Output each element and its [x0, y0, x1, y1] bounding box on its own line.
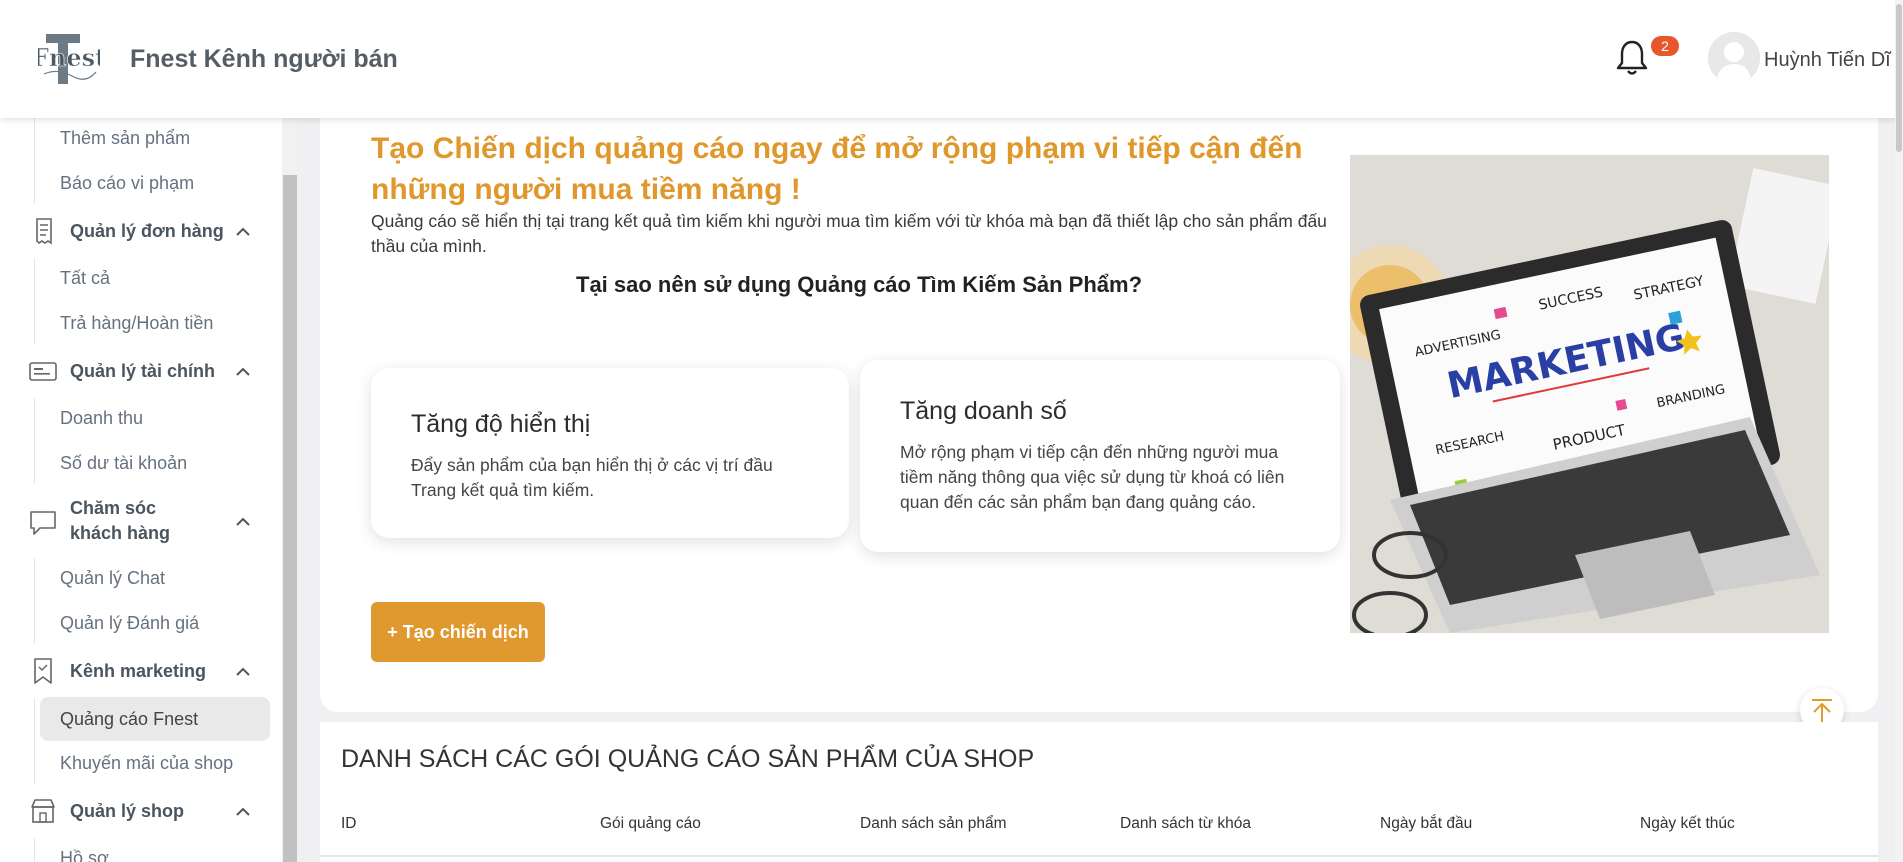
sidebar-item-returns[interactable]: Trả hàng/Hoàn tiền — [60, 313, 213, 334]
sidebar-section-title: Quản lý shop — [70, 801, 185, 821]
sidebar-tree-line — [34, 698, 35, 784]
sidebar-tree-line — [34, 118, 35, 204]
benefit-title: Tăng độ hiển thị — [411, 410, 591, 438]
table-header-divider — [320, 855, 1878, 857]
sidebar-section-orders[interactable]: Quản lý đơn hàng — [28, 217, 264, 247]
column-header-products[interactable]: Danh sách sản phẩm — [860, 815, 1006, 833]
store-icon — [28, 797, 58, 825]
fnest-logo[interactable]: Fnest — [32, 30, 106, 88]
sidebar-tree-line — [34, 258, 35, 344]
chevron-up-icon — [234, 513, 252, 531]
sidebar-section-finance[interactable]: Quản lý tài chính — [28, 357, 264, 387]
top-header: Fnest Fnest Kênh người bán 2 Huỳnh Tiến … — [0, 0, 1903, 118]
sidebar-section-shop[interactable]: Quản lý shop — [28, 797, 264, 827]
column-header-keywords[interactable]: Danh sách từ khóa — [1120, 815, 1251, 833]
sidebar-section-title: Kênh marketing — [70, 661, 207, 681]
sidebar-item-balance[interactable]: Số dư tài khoản — [60, 453, 187, 474]
chevron-up-icon — [234, 803, 252, 821]
sidebar-tree-line — [34, 558, 35, 644]
sidebar-item-profile[interactable]: Hồ sơ — [60, 848, 109, 862]
sidebar-tree-line — [34, 838, 35, 862]
page-headline: Tạo Chiến dịch quảng cáo ngay để mở rộng… — [371, 132, 1303, 206]
sidebar-item-chat-management[interactable]: Quản lý Chat — [60, 568, 165, 589]
column-header-end-date[interactable]: Ngày kết thúc — [1640, 815, 1735, 833]
avatar[interactable] — [1708, 32, 1760, 84]
receipt-icon — [28, 217, 58, 245]
chat-icon — [28, 508, 58, 536]
ads-list-title: DANH SÁCH CÁC GÓI QUẢNG CÁO SẢN PHẨM CỦA… — [341, 745, 1035, 773]
sidebar-section-title: Quản lý đơn hàng — [70, 221, 224, 241]
bookmark-icon — [28, 657, 58, 685]
bell-icon[interactable] — [1614, 38, 1650, 78]
sidebar-item-review-management[interactable]: Quản lý Đánh giá — [60, 613, 199, 634]
chevron-up-icon — [234, 363, 252, 381]
sidebar-section-title: Quản lý tài chính — [70, 361, 216, 381]
sidebar-item-fnest-ads[interactable]: Quảng cáo Fnest — [40, 697, 270, 741]
benefit-card-visibility: Tăng độ hiển thị Đẩy sản phẩm của bạn hi… — [371, 368, 849, 538]
sidebar-scrollbar-thumb[interactable] — [283, 175, 297, 862]
brand-title: Fnest Kênh người bán — [130, 45, 398, 73]
sidebar-item-violation-report[interactable]: Báo cáo vi phạm — [60, 173, 194, 194]
card-icon — [28, 357, 58, 385]
marketing-laptop-image: MARKETING ADVERTISING SUCCESS STRATEGY R… — [1350, 155, 1829, 633]
page-scrollbar[interactable] — [1895, 0, 1903, 862]
column-header-id[interactable]: ID — [341, 815, 357, 833]
username[interactable]: Huỳnh Tiến Dĩ — [1764, 49, 1891, 72]
sidebar-section-title-line1: Chăm sóc — [70, 498, 157, 518]
ads-list-panel — [320, 722, 1878, 862]
benefit-description: Đẩy sản phẩm của bạn hiển thị ở các vị t… — [411, 455, 773, 500]
chevron-up-icon — [234, 663, 252, 681]
benefit-card-sales: Tăng doanh số Mở rộng phạm vi tiếp cận đ… — [860, 360, 1340, 552]
sidebar-section-customer-care[interactable]: Chăm sóc khách hàng — [28, 496, 264, 548]
sidebar-item-all-orders[interactable]: Tất cả — [60, 268, 110, 289]
sidebar-scrollbar[interactable] — [282, 118, 298, 862]
benefit-description: Mở rộng phạm vi tiếp cận đến những người… — [900, 442, 1285, 512]
column-header-start-date[interactable]: Ngày bắt đầu — [1380, 815, 1472, 833]
chevron-up-icon — [234, 223, 252, 241]
sidebar-tree-line — [34, 398, 35, 484]
sidebar-item-add-product[interactable]: Thêm sản phẩm — [60, 128, 190, 149]
sidebar-section-marketing[interactable]: Kênh marketing — [28, 657, 264, 687]
sidebar-section-title-line2: khách hàng — [70, 523, 171, 543]
why-use-title: Tại sao nên sử dụng Quảng cáo Tìm Kiếm S… — [576, 272, 1143, 297]
create-campaign-button[interactable]: + Tạo chiến dịch — [371, 602, 545, 662]
benefit-title: Tăng doanh số — [900, 397, 1067, 425]
column-header-package[interactable]: Gói quảng cáo — [600, 815, 701, 833]
ads-description: Quảng cáo sẽ hiển thị tại trang kết quả … — [371, 211, 1327, 256]
logo-text: Fnest — [38, 43, 100, 72]
sidebar-item-revenue[interactable]: Doanh thu — [60, 408, 143, 429]
notification-badge: 2 — [1651, 36, 1679, 56]
page-scrollbar-thumb[interactable] — [1896, 4, 1902, 152]
sidebar-item-shop-promotions[interactable]: Khuyến mãi của shop — [60, 753, 233, 774]
